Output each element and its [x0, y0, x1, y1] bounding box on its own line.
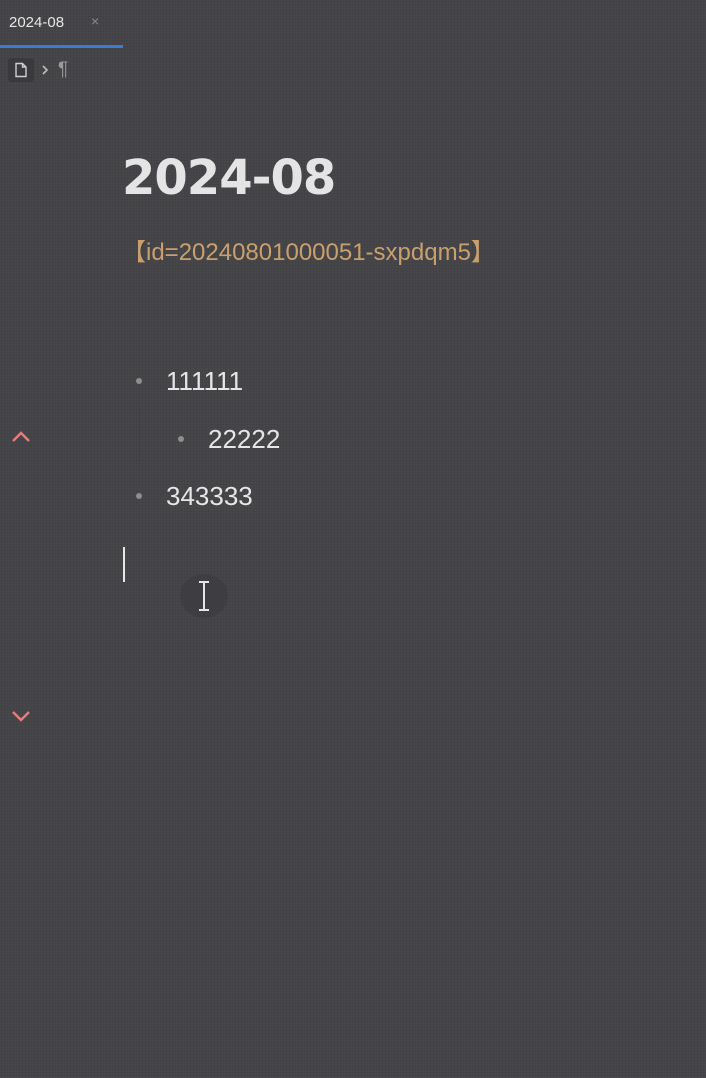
- chevron-right-icon: [40, 64, 50, 76]
- ibeam-cursor-icon: [180, 574, 228, 618]
- bullet-icon: [136, 378, 142, 384]
- tab-2024-08[interactable]: 2024-08 ×: [0, 0, 123, 48]
- bullet-icon: [136, 493, 142, 499]
- bullet-icon: [178, 436, 184, 442]
- paragraph-icon[interactable]: ¶: [58, 58, 68, 82]
- tab-title: 2024-08: [9, 14, 65, 31]
- list-item-text: 22222: [208, 423, 281, 454]
- list-item-text: 343333: [166, 480, 253, 511]
- list-item[interactable]: 22222: [178, 422, 280, 456]
- list-item-text: 111111: [166, 365, 244, 396]
- tab-bar: 2024-08 ×: [0, 0, 706, 48]
- doc-icon-glyph: [15, 62, 27, 78]
- doc-icon[interactable]: [8, 58, 34, 82]
- document-title[interactable]: 2024-08: [122, 150, 336, 206]
- text-caret: [123, 547, 125, 582]
- chevron-down-icon[interactable]: [10, 707, 32, 725]
- indent-guide: [139, 405, 140, 461]
- breadcrumb: ¶: [8, 58, 68, 82]
- active-tab-indicator: [0, 45, 123, 48]
- tab-close-icon[interactable]: ×: [91, 13, 99, 29]
- chevron-up-icon[interactable]: [10, 428, 32, 446]
- list-item[interactable]: 343333: [136, 479, 253, 513]
- document-id-attribute: 【id=20240801000051-sxpdqm5】: [122, 239, 495, 266]
- editor-page: 2024-08 × ¶ 2024-08 【id=20240801000051-s…: [0, 0, 706, 1078]
- list-item[interactable]: 111111: [136, 364, 243, 398]
